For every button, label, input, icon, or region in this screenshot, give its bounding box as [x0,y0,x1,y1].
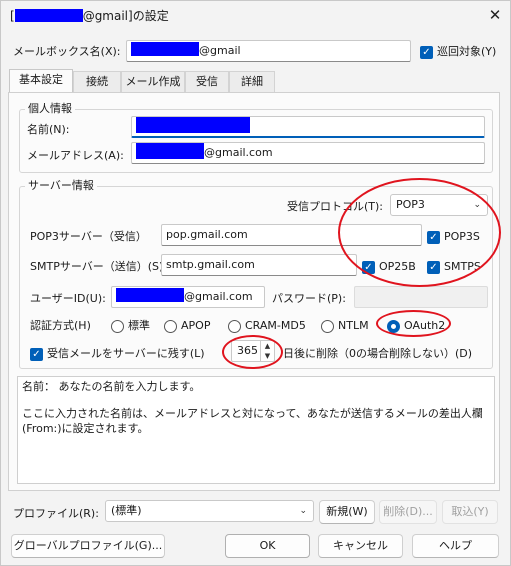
global-profile-button[interactable]: グローバルプロファイル(G)... [11,534,165,558]
description-line-1: 名前： あなたの名前を入力します。 [22,380,201,393]
check-icon: ✓ [427,260,440,274]
personal-info-title: 個人情報 [25,102,75,116]
mailbox-name-label: メールボックス名(X): [13,45,121,58]
stepper-arrows[interactable]: ▲ ▼ [260,341,274,361]
pop3s-checkbox[interactable]: ✓ POP3S [427,229,480,245]
userid-label: ユーザーID(U): [30,292,106,305]
server-info-title: サーバー情報 [25,179,97,193]
smtp-server-label: SMTPサーバー（送信）(S): [30,260,167,273]
import-profile-button[interactable]: 取込(Y) [442,500,498,524]
profile-label: プロファイル(R): [13,507,99,520]
email-label: メールアドレス(A): [27,149,124,162]
redacted-name [136,117,250,133]
redacted-userid [116,288,184,302]
ok-button[interactable]: OK [225,534,310,558]
redacted-email [136,143,204,159]
new-profile-button[interactable]: 新規(W) [319,500,375,524]
cancel-button[interactable]: キャンセル [318,534,403,558]
profile-select[interactable]: (標準) ⌄ [105,500,314,522]
userid-input[interactable]: @gmail.com [111,286,265,308]
tab-basic-settings[interactable]: 基本設定 [9,69,73,93]
op25b-checkbox[interactable]: ✓ OP25B [362,259,416,275]
check-icon: ✓ [427,230,440,244]
protocol-select[interactable]: POP3 ⌄ [390,194,488,216]
check-icon: ✓ [420,45,433,59]
mailbox-name-input[interactable]: @gmail [126,40,411,62]
auth-option-cram-md5[interactable]: CRAM-MD5 [228,318,306,334]
tab-receive[interactable]: 受信 [185,71,229,93]
retention-days-stepper[interactable]: 365 ▲ ▼ [231,340,275,362]
password-input[interactable] [354,286,488,308]
check-icon: ✓ [30,347,43,361]
settings-dialog: [@gmail]の設定 ✕ メールボックス名(X): @gmail ✓ 巡回対象… [0,0,511,566]
tab-compose[interactable]: メール作成 [121,71,185,93]
window-title: [@gmail]の設定 [10,9,169,23]
chevron-down-icon: ⌄ [473,200,481,210]
redacted-title-account [14,9,83,22]
description-line-2: ここに入力された名前は、メールアドレスと対になって、あなたが送信するメールの差出… [22,407,483,435]
tab-connection[interactable]: 接続 [73,71,121,93]
auth-method-label: 認証方式(H) [30,319,91,332]
leave-on-server-checkbox[interactable]: ✓ 受信メールをサーバーに残す(L) [30,346,205,362]
retention-suffix-label: 日後に削除（0の場合削除しない）(D) [283,347,473,360]
auth-option-ntlm[interactable]: NTLM [321,318,369,334]
redacted-mailbox [131,42,199,56]
pop3-server-input[interactable]: pop.gmail.com [161,224,422,246]
check-icon: ✓ [362,260,375,274]
email-input[interactable]: @gmail.com [131,142,485,164]
delete-profile-button[interactable]: 削除(D)... [379,500,437,524]
stepper-down-icon[interactable]: ▼ [261,351,274,361]
help-button[interactable]: ヘルプ [412,534,499,558]
name-label: 名前(N): [27,123,70,136]
auth-option-oauth2[interactable]: OAuth2 [387,318,445,334]
protocol-label: 受信プロトコル(T): [287,200,384,213]
smtp-server-input[interactable]: smtp.gmail.com [161,254,357,276]
close-icon[interactable]: ✕ [484,5,506,25]
password-label: パスワード(P): [272,292,346,305]
name-input[interactable] [131,116,485,138]
smtps-checkbox[interactable]: ✓ SMTPS [427,259,481,275]
auth-option-apop[interactable]: APOP [164,318,210,334]
auth-option-standard[interactable]: 標準 [111,318,150,334]
cycle-target-checkbox[interactable]: ✓ 巡回対象(Y) [420,44,496,60]
description-box: 名前： あなたの名前を入力します。 ここに入力された名前は、メールアドレスと対に… [17,376,495,484]
stepper-up-icon[interactable]: ▲ [261,341,274,351]
tab-advanced[interactable]: 詳細 [229,71,275,93]
chevron-down-icon: ⌄ [299,506,307,516]
pop3-server-label: POP3サーバー（受信） [30,230,147,243]
